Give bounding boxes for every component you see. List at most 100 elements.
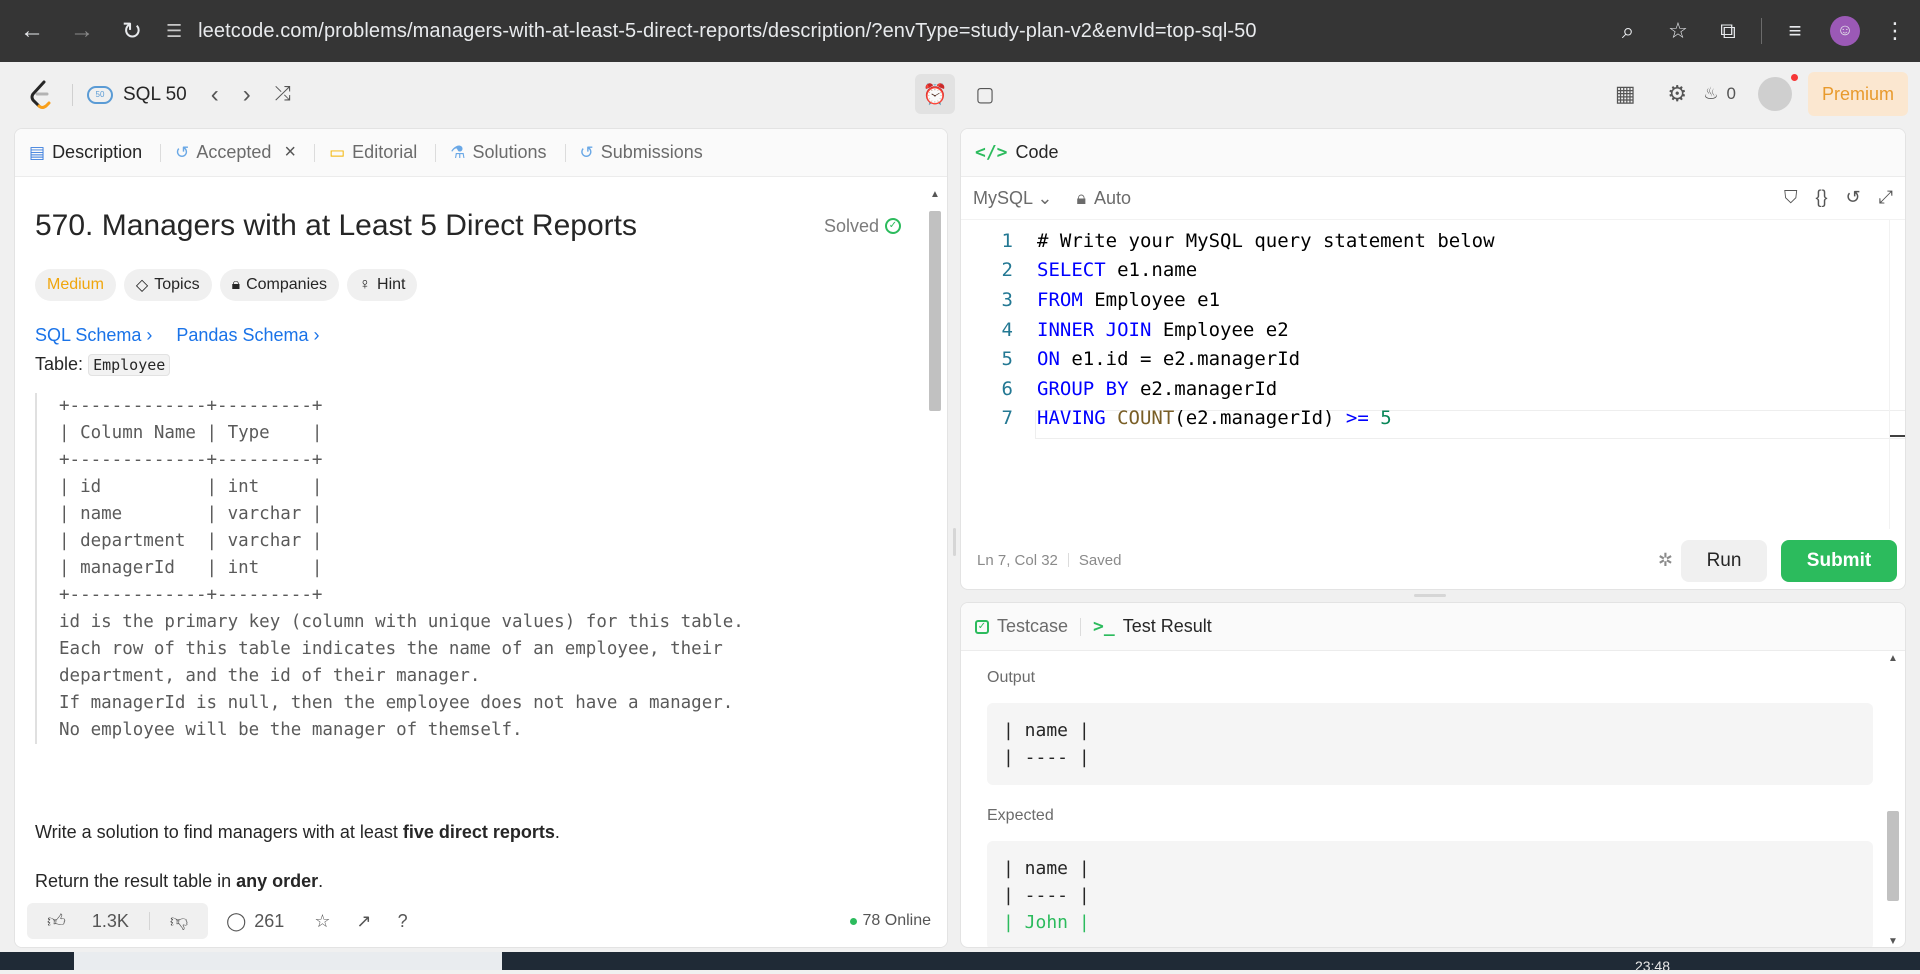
code-panel-header: </> Code [961, 129, 1905, 177]
left-tab-bar: ▤ Description ↺ Accepted × ▭ Editorial ⚗… [15, 129, 947, 177]
address-bar[interactable]: leetcode.com/problems/managers-with-at-l… [198, 20, 1256, 43]
help-icon[interactable]: ? [398, 911, 408, 932]
close-tab-icon[interactable]: × [284, 141, 296, 164]
tab-editorial[interactable]: ▭ Editorial [329, 142, 417, 163]
tab-accepted[interactable]: ↺ Accepted × [175, 141, 296, 164]
problem-statement: Write a solution to find managers with a… [35, 818, 925, 846]
shuffle-icon[interactable]: ⤮ [275, 83, 291, 106]
schema-links: SQL Schema › Pandas Schema › [35, 325, 925, 346]
editor-scrollbar[interactable] [1889, 219, 1905, 529]
scroll-thumb[interactable] [1887, 811, 1899, 901]
test-result-panel: ✓ Testcase >_ Test Result Output | name … [960, 602, 1906, 948]
bookmark-icon[interactable]: ⛉ [1784, 187, 1798, 208]
profile-avatar[interactable]: ☺ [1830, 16, 1860, 46]
code-editor[interactable]: 1 # Write your MySQL query statement bel… [961, 219, 1905, 529]
share-icon[interactable]: ↗ [356, 911, 371, 932]
result-order-note: Return the result table in any order. [35, 867, 925, 895]
extensions-icon[interactable]: ⧉ [1703, 18, 1753, 44]
leetcode-logo[interactable] [28, 80, 54, 110]
comments-button[interactable]: ◯ 261 [226, 911, 284, 932]
scroll-up-icon[interactable]: ▲ [930, 189, 940, 200]
check-circle-icon: ✓ [885, 218, 901, 234]
media-control-icon[interactable]: ≡ [1770, 18, 1820, 44]
line-number: 3 [1001, 288, 1013, 311]
next-problem-icon[interactable]: › [243, 81, 251, 109]
expected-box: | name | | ---- | | John | [987, 841, 1873, 947]
statement-text: Write a solution to find managers with a… [35, 822, 403, 842]
horizontal-resize-handle[interactable] [1414, 594, 1446, 597]
scroll-up-icon[interactable]: ▲ [1888, 653, 1898, 664]
tab-divider [435, 143, 437, 162]
tab-label: Accepted [196, 142, 272, 162]
run-button[interactable]: Run [1681, 540, 1767, 582]
companies-chip[interactable]: 🔒︎ Companies [219, 269, 340, 301]
layout-icon[interactable]: ▦ [1599, 81, 1651, 107]
code-line: 2 SELECT e1.name [961, 256, 1905, 286]
language-select[interactable]: MySQL ⌄ [973, 188, 1052, 209]
browser-menu-icon[interactable]: ⋮ [1870, 18, 1920, 44]
chip-label: Topics [154, 276, 200, 293]
user-avatar[interactable] [1757, 74, 1798, 111]
forward-icon[interactable]: → [62, 11, 102, 51]
tab-label: Editorial [352, 142, 418, 162]
tab-test-result[interactable]: >_ Test Result [1093, 616, 1212, 637]
tab-description[interactable]: ▤ Description [29, 142, 142, 163]
code-text: SELECT e1.name [1037, 259, 1198, 282]
sql-schema-link[interactable]: SQL Schema › [35, 325, 152, 346]
tab-submissions[interactable]: ↺ Submissions [580, 142, 703, 163]
pandas-schema-link[interactable]: Pandas Schema › [176, 325, 319, 346]
upvote-button[interactable]: 👍︎ 1.3K [27, 910, 149, 932]
notes-icon[interactable]: ▢ [965, 74, 1005, 114]
status-divider [1067, 553, 1069, 567]
line-number: 1 [1001, 229, 1013, 252]
like-count: 1.3K [91, 910, 129, 931]
output-label: Output [987, 669, 1036, 686]
thumbs-down-icon: 👎︎ [169, 911, 189, 931]
description-scrollbar[interactable]: ▲ ▼ [927, 189, 943, 909]
expand-icon[interactable]: ⤢ [1879, 187, 1893, 208]
result-panel-header: ✓ Testcase >_ Test Result [961, 603, 1905, 651]
problem-title[interactable]: 570. Managers with at Least 5 Direct Rep… [35, 209, 637, 243]
back-icon[interactable]: ← [12, 11, 52, 51]
vote-group: 👍︎ 1.3K 👎︎ [27, 903, 209, 939]
timer-icon[interactable]: ⏰ [915, 74, 955, 114]
study-plan-title[interactable]: 50 SQL 50 [87, 84, 187, 106]
zoom-icon[interactable]: ⌕ [1603, 18, 1653, 44]
format-braces-icon[interactable]: {} [1815, 187, 1827, 208]
tab-solutions[interactable]: ⚗ Solutions [450, 142, 546, 163]
settings-gear-icon[interactable]: ⚙ [1651, 81, 1703, 107]
favorite-star-icon[interactable]: ☆ [314, 911, 330, 932]
reload-icon[interactable]: ↻ [112, 11, 152, 51]
prev-problem-icon[interactable]: ‹ [211, 81, 219, 109]
scroll-thumb[interactable] [929, 211, 941, 411]
tab-testcase[interactable]: ✓ Testcase [975, 616, 1068, 637]
scroll-down-icon[interactable]: ▼ [1888, 936, 1898, 947]
result-scrollbar[interactable]: ▲ ▼ [1885, 651, 1901, 947]
line-number: 7 [1001, 407, 1013, 430]
topics-chip[interactable]: ◇ Topics [123, 269, 212, 301]
hint-chip[interactable]: ♀ Hint [347, 269, 418, 301]
link-label: Pandas Schema [176, 325, 309, 345]
streak-counter[interactable]: ♨ 0 [1703, 84, 1736, 104]
auto-mode[interactable]: 🔒︎ Auto [1076, 188, 1131, 209]
debug-icon[interactable]: ✲ [1658, 550, 1673, 571]
expected-line: | John | [1003, 912, 1090, 933]
bookmark-star-icon[interactable]: ☆ [1653, 18, 1703, 44]
tab-label: Description [52, 142, 143, 162]
expected-line: | name | [1003, 858, 1090, 879]
downvote-button[interactable]: 👎︎ [150, 910, 208, 932]
code-text: INNER JOIN Employee e2 [1037, 318, 1289, 341]
line-number: 5 [1001, 348, 1013, 371]
site-settings-icon[interactable]: ☰ [166, 21, 182, 42]
difficulty-badge: Medium [35, 269, 116, 301]
premium-button[interactable]: Premium [1807, 72, 1908, 116]
notification-dot [1790, 74, 1798, 81]
statement-text: . [554, 822, 560, 842]
submit-button[interactable]: Submit [1781, 540, 1897, 582]
online-count: 78 Online [862, 912, 932, 929]
tab-divider [160, 143, 162, 162]
reset-icon[interactable]: ↺ [1846, 187, 1861, 208]
table-heading: Table: Employee [35, 354, 925, 376]
taskbar-search[interactable] [74, 952, 502, 970]
vertical-resize-handle[interactable] [953, 528, 956, 556]
